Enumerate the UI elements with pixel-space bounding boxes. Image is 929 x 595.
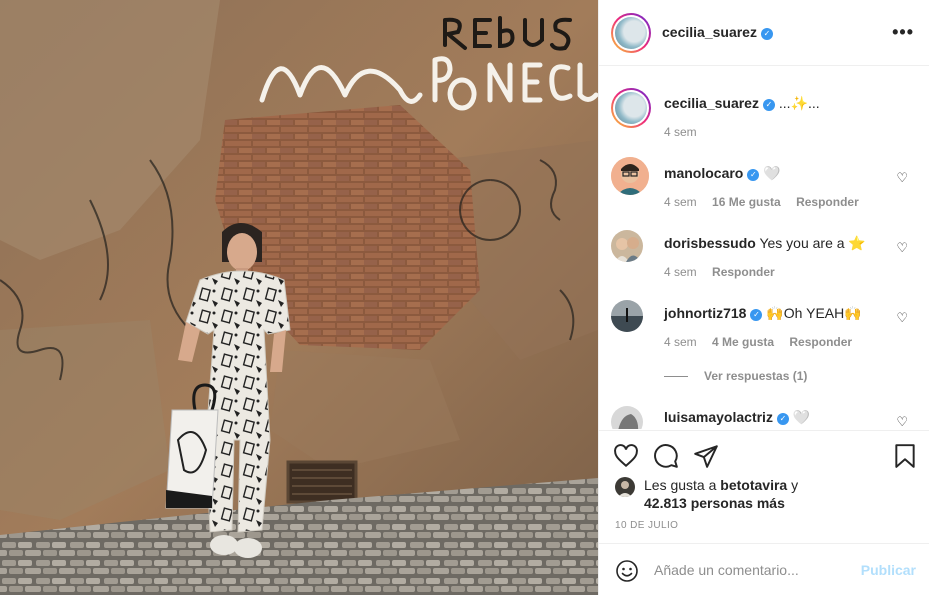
liked-by-username[interactable]: betotavira: [720, 477, 787, 493]
verified-badge-icon: ✓: [750, 309, 763, 321]
comment-text: 🤍: [792, 409, 811, 425]
caption-meta: 4 sem: [664, 125, 709, 139]
post-panel: cecilia_suarez ✓ ••• cecilia_suarez ✓ ...✨…: [598, 0, 929, 595]
comment-input[interactable]: [654, 558, 854, 582]
liked-by-avatar[interactable]: [615, 477, 635, 497]
more-options-icon[interactable]: •••: [892, 22, 914, 43]
caption-username[interactable]: cecilia_suarez: [664, 95, 759, 111]
comment-like-heart-icon[interactable]: ♡: [896, 170, 908, 186]
emoji-icon[interactable]: [615, 559, 639, 586]
bookmark-icon[interactable]: [892, 443, 918, 472]
post-photo-illustration: [0, 0, 598, 595]
reply-button[interactable]: Responder: [789, 335, 852, 349]
comment-username[interactable]: johnortiz718: [664, 305, 746, 321]
comment-text: 🤍: [763, 165, 781, 181]
post-comment-button[interactable]: Publicar: [861, 562, 916, 578]
comment: luisamayolactriz ✓ 🤍: [664, 409, 810, 426]
comment: manolocaro ✓ 🤍: [664, 165, 781, 182]
replies-divider: [664, 376, 688, 378]
verified-badge-icon: ✓: [760, 28, 773, 40]
view-replies-label[interactable]: Ver respuestas (1): [704, 369, 807, 383]
caption-avatar[interactable]: [611, 88, 651, 128]
comment-like-heart-icon[interactable]: ♡: [896, 414, 908, 429]
comment-meta: 4 sem 16 Me gusta Responder: [664, 195, 871, 209]
comment-avatar[interactable]: [611, 300, 643, 332]
comment-likes[interactable]: 4 Me gusta: [712, 335, 774, 349]
comment-like-heart-icon[interactable]: ♡: [896, 240, 908, 256]
share-icon[interactable]: [693, 443, 719, 472]
add-comment-bar: Publicar: [599, 543, 929, 595]
verified-badge-icon: ✓: [747, 169, 760, 181]
author-username-text[interactable]: cecilia_suarez: [662, 24, 757, 40]
comment-likes[interactable]: 16 Me gusta: [712, 195, 781, 209]
comment-text: Yes you are a ⭐: [759, 235, 866, 251]
comment: johnortiz718 ✓ 🙌Oh YEAH🙌: [664, 305, 862, 322]
reply-button[interactable]: Responder: [712, 265, 775, 279]
comment-avatar[interactable]: [611, 230, 643, 262]
comment-icon[interactable]: [653, 443, 679, 472]
comment-avatar[interactable]: [611, 157, 649, 195]
comment-meta: 4 sem Responder: [664, 265, 787, 279]
post-date[interactable]: 10 DE JULIO: [615, 520, 678, 531]
comment-meta: 4 sem 4 Me gusta Responder: [664, 335, 864, 349]
author-avatar[interactable]: [611, 13, 651, 53]
comment-time[interactable]: 4 sem: [664, 265, 697, 279]
author-username[interactable]: cecilia_suarez ✓: [662, 24, 773, 40]
caption-text: ...✨...: [778, 95, 820, 111]
post-photo[interactable]: [0, 0, 598, 595]
verified-badge-icon: ✓: [762, 99, 775, 111]
comment-like-heart-icon[interactable]: ♡: [896, 310, 908, 326]
post-header: cecilia_suarez ✓ •••: [599, 0, 929, 66]
comment-username[interactable]: luisamayolactriz: [664, 409, 773, 425]
comment-time[interactable]: 4 sem: [664, 335, 697, 349]
caption-time[interactable]: 4 sem: [664, 125, 697, 139]
comments-list[interactable]: cecilia_suarez ✓ ...✨... 4 sem manolocaro…: [599, 67, 929, 429]
comment-avatar[interactable]: [611, 406, 643, 429]
likes-prefix: Les gusta a: [644, 477, 717, 493]
verified-badge-icon: ✓: [776, 413, 789, 425]
comment-username[interactable]: manolocaro: [664, 165, 743, 181]
comment: dorisbessudo Yes you are a ⭐: [664, 235, 866, 252]
caption: cecilia_suarez ✓ ...✨...: [664, 95, 820, 112]
view-replies-button[interactable]: Ver respuestas (1): [664, 369, 807, 383]
post-actions: Les gusta a betotavira y 42.813 personas…: [599, 430, 929, 543]
likes-count[interactable]: 42.813 personas más: [644, 495, 785, 511]
heart-icon[interactable]: [613, 443, 639, 472]
comment-text: 🙌Oh YEAH🙌: [766, 305, 862, 321]
reply-button[interactable]: Responder: [796, 195, 859, 209]
comment-time[interactable]: 4 sem: [664, 195, 697, 209]
likes-conjunction: y: [791, 477, 799, 493]
likes-summary: Les gusta a betotavira y 42.813 personas…: [644, 476, 798, 512]
comment-username[interactable]: dorisbessudo: [664, 235, 756, 251]
